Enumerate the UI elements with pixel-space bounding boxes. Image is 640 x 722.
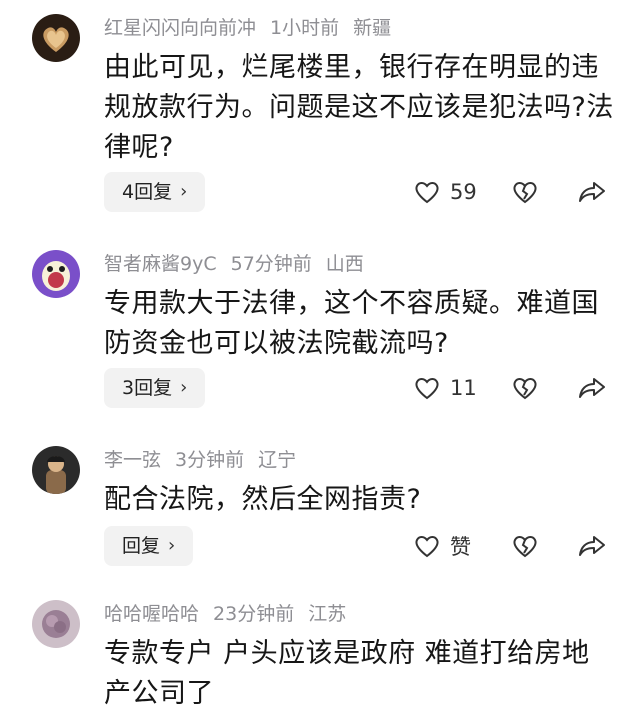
username[interactable]: 智者麻酱9yC [104, 253, 217, 275]
avatar[interactable] [32, 600, 80, 648]
timestamp: 3分钟前 [175, 449, 245, 471]
broken-heart-icon [513, 182, 537, 204]
comment-meta: 智者麻酱9yC 57分钟前 山西 [104, 252, 378, 276]
timestamp: 23分钟前 [213, 603, 295, 625]
like-label: 赞 [450, 535, 471, 559]
like-count: 11 [450, 376, 477, 400]
share-arrow-icon [579, 378, 605, 398]
heart-outline-icon [415, 182, 439, 204]
comment-item: 李一弦 3分钟前 辽宁 配合法院，然后全网指责? 回复 › 赞 [0, 446, 640, 576]
username[interactable]: 哈哈喔哈哈 [104, 603, 199, 625]
location: 新疆 [353, 17, 392, 39]
timestamp: 1小时前 [270, 17, 340, 39]
comment-meta: 哈哈喔哈哈 23分钟前 江苏 [104, 602, 360, 626]
broken-heart-icon [513, 536, 537, 558]
avatar[interactable] [32, 14, 80, 62]
comment-actions: 11 [0, 368, 640, 408]
share-button[interactable] [578, 172, 606, 212]
comment-item: 红星闪闪向向前冲 1小时前 新疆 由此可见，烂尾楼里，银行存在明显的违规放款行为。问… [0, 14, 640, 214]
username[interactable]: 李一弦 [104, 449, 161, 471]
location: 辽宁 [258, 449, 297, 471]
share-arrow-icon [579, 536, 605, 556]
comment-text: 专用款大于法律，这个不容质疑。难道国防资金也可以被法院截流吗? [104, 288, 599, 359]
comment-actions: 赞 [0, 526, 640, 566]
avatar[interactable] [32, 250, 80, 298]
dislike-button[interactable] [512, 526, 538, 566]
share-button[interactable] [578, 368, 606, 408]
comment-text: 由此可见，烂尾楼里，银行存在明显的违规放款行为。问题是这不应该是犯法吗?法律呢? [104, 52, 614, 163]
comment-actions: 59 [0, 172, 640, 212]
heart-outline-icon [415, 536, 439, 558]
share-button[interactable] [578, 526, 606, 566]
heart-outline-icon [415, 378, 439, 400]
timestamp: 57分钟前 [230, 253, 312, 275]
dislike-button[interactable] [512, 368, 538, 408]
location: 江苏 [308, 603, 347, 625]
comment-item: 哈哈喔哈哈 23分钟前 江苏 专款专户 户头应该是政府 难道打给房地产公司了 [0, 600, 640, 722]
share-arrow-icon [579, 182, 605, 202]
comment-text: 配合法院，然后全网指责? [104, 484, 422, 515]
comment-item: 智者麻酱9yC 57分钟前 山西 专用款大于法律，这个不容质疑。难道国防资金也可以被… [0, 250, 640, 420]
comment-meta: 红星闪闪向向前冲 1小时前 新疆 [104, 16, 405, 40]
like-button[interactable]: 赞 [414, 526, 471, 566]
comment-meta: 李一弦 3分钟前 辽宁 [104, 448, 310, 472]
broken-heart-icon [513, 378, 537, 400]
like-button[interactable]: 59 [414, 172, 477, 212]
dislike-button[interactable] [512, 172, 538, 212]
avatar[interactable] [32, 446, 80, 494]
like-button[interactable]: 11 [414, 368, 477, 408]
like-count: 59 [450, 180, 477, 204]
comment-text: 专款专户 户头应该是政府 难道打给房地产公司了 [104, 638, 590, 709]
location: 山西 [325, 253, 364, 275]
username[interactable]: 红星闪闪向向前冲 [104, 17, 256, 39]
